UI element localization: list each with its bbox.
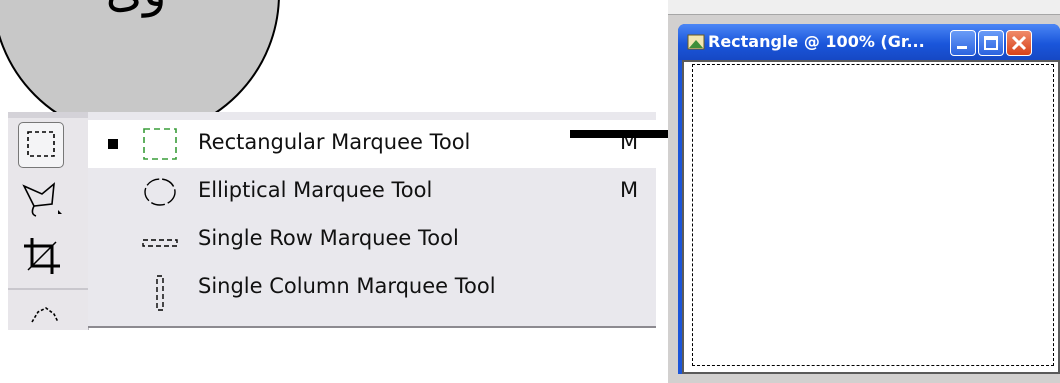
photoshop-workspace: Rectangle @ 100% (Gr... — [668, 0, 1060, 383]
magic-wand-tool-button[interactable] — [18, 298, 62, 342]
close-button[interactable] — [1006, 30, 1032, 56]
marquee-tool-button[interactable] — [18, 122, 64, 168]
document-titlebar[interactable]: Rectangle @ 100% (Gr... — [678, 24, 1060, 60]
document-icon — [687, 34, 705, 50]
rectangular-marquee-icon — [143, 128, 177, 160]
minimize-button[interactable] — [950, 30, 976, 56]
tools-panel — [8, 112, 89, 330]
crop-tool-icon — [24, 238, 60, 274]
single-column-marquee-icon — [156, 275, 164, 311]
menu-item-single-row-marquee[interactable]: Single Row Marquee Tool — [88, 216, 656, 264]
crop-tool-button[interactable] — [18, 232, 62, 276]
lasso-tool-icon — [22, 182, 62, 217]
maximize-button[interactable] — [978, 30, 1004, 56]
maximize-icon — [984, 36, 998, 50]
tools-panel-top-strip — [8, 112, 88, 118]
document-window: Rectangle @ 100% (Gr... — [678, 24, 1060, 374]
menu-item-label: Rectangular Marquee Tool — [198, 130, 471, 154]
tools-separator — [8, 288, 88, 290]
menu-item-elliptical-marquee[interactable]: Elliptical Marquee Tool M — [88, 168, 656, 216]
document-canvas[interactable] — [682, 60, 1060, 374]
elliptical-marquee-icon — [144, 178, 176, 206]
marquee-selection — [692, 64, 1054, 366]
magic-wand-tool-icon — [31, 307, 59, 323]
workspace-top-bar — [668, 0, 1060, 15]
document-title: Rectangle @ 100% (Gr... — [708, 32, 925, 51]
menu-item-label: Single Row Marquee Tool — [198, 226, 459, 250]
lasso-tool-button[interactable] — [18, 176, 62, 220]
menu-item-shortcut: M — [620, 178, 639, 202]
menu-item-label: Elliptical Marquee Tool — [198, 178, 433, 202]
selected-bullet-icon — [108, 139, 118, 149]
badge-text: ﻭﻯ — [0, 0, 278, 18]
menu-item-single-column-marquee[interactable]: Single Column Marquee Tool — [88, 264, 656, 312]
close-icon — [1011, 35, 1027, 51]
menu-item-label: Single Column Marquee Tool — [198, 274, 496, 298]
minimize-icon — [957, 46, 967, 49]
single-row-marquee-icon — [142, 239, 178, 247]
marquee-tool-icon — [27, 131, 55, 157]
